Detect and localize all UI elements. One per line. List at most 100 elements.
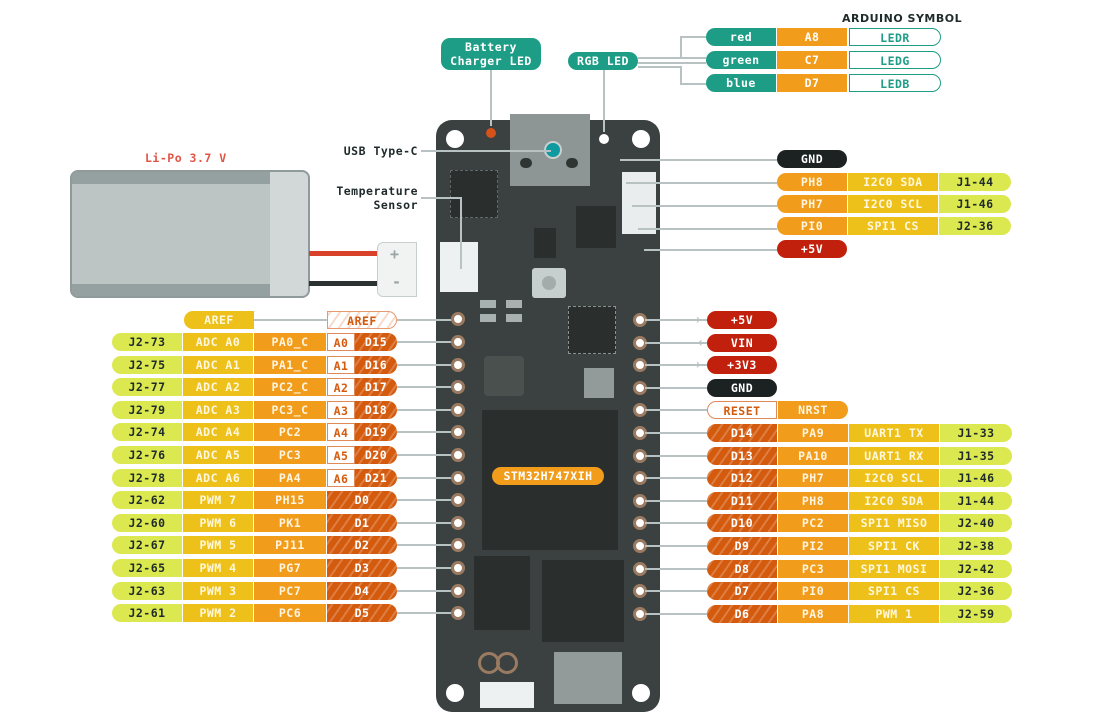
port-label: PA8 xyxy=(778,604,848,623)
port-label: PJ11 xyxy=(254,536,326,555)
pin-pad[interactable] xyxy=(451,561,465,575)
smd-part xyxy=(480,314,496,322)
port-label: PK1 xyxy=(254,513,326,532)
pin-pad[interactable] xyxy=(451,357,465,372)
aref-pin-label: AREF xyxy=(327,311,397,329)
callout-line xyxy=(460,197,462,269)
digital-pin-label: D12 xyxy=(707,469,777,488)
analog-pin-label: A3 xyxy=(327,400,355,419)
header-pin-label: J1-44 xyxy=(940,491,1012,510)
function-label: ADC A1 xyxy=(183,355,253,374)
connector-line xyxy=(397,612,455,615)
digital-pin-label: D3 xyxy=(327,559,397,577)
port-label: PI2 xyxy=(778,537,848,555)
connector-line xyxy=(397,476,455,479)
pin-pad[interactable] xyxy=(451,312,465,326)
pin-pad[interactable] xyxy=(451,448,465,462)
port-label: PC3 xyxy=(254,446,326,464)
function-label: UART1 TX xyxy=(849,424,939,442)
led-symbol-label: LEDG xyxy=(849,51,941,69)
digital-pin-label: D4 xyxy=(327,581,397,600)
port-label: PH7 xyxy=(778,469,848,488)
arduino-symbol-header: ARDUINO SYMBOL xyxy=(842,12,963,25)
port-label: PC3 xyxy=(778,559,848,578)
pin-pad[interactable] xyxy=(451,402,465,417)
function-label: I2C0 SDA xyxy=(849,491,939,510)
arrow-right-icon: › xyxy=(694,357,703,374)
connector-line xyxy=(645,522,707,525)
mount-hole xyxy=(632,130,650,148)
digital-pin-label: D14 xyxy=(707,424,777,442)
analog-pin-label: A4 xyxy=(327,423,355,442)
chip xyxy=(534,228,556,258)
function-label: ADC A5 xyxy=(183,446,253,464)
connector-line xyxy=(397,544,455,547)
digital-pin-label: D6 xyxy=(707,604,777,623)
function-label: PWM 2 xyxy=(183,604,253,623)
digital-pin-label: D19 xyxy=(355,423,397,442)
header-pin-label: J2-75 xyxy=(112,355,182,374)
callout-line xyxy=(638,66,682,68)
chip xyxy=(584,368,614,398)
connector-line xyxy=(645,499,707,502)
digital-pin-label: D17 xyxy=(355,378,397,397)
header-pin-label: J2-74 xyxy=(112,423,182,442)
chip xyxy=(474,556,530,630)
port-label: PG7 xyxy=(254,559,326,577)
digital-pin-label: D18 xyxy=(355,400,397,419)
function-label: ADC A0 xyxy=(183,333,253,351)
function-label: ADC A6 xyxy=(183,468,253,487)
function-label: UART1 RX xyxy=(849,446,939,465)
callout-line xyxy=(603,70,605,132)
black-wire xyxy=(309,281,379,286)
arrow-right-icon: › xyxy=(694,312,703,328)
mcu-label: STM32H747XIH xyxy=(492,467,604,485)
pin-pad[interactable] xyxy=(451,515,465,530)
battery-jst xyxy=(440,242,478,292)
function-label: PWM 1 xyxy=(849,604,939,623)
function-label: I2C0 SCL xyxy=(849,469,939,488)
connector-line xyxy=(620,159,777,161)
analog-pin-label: A2 xyxy=(327,378,355,397)
led-color-label: blue xyxy=(706,74,776,92)
port-label: PH8 xyxy=(777,173,847,191)
connector-line xyxy=(645,545,707,547)
header-pin-label: J2-76 xyxy=(112,446,182,464)
function-label: ADC A4 xyxy=(183,423,253,442)
smd-part xyxy=(480,300,496,308)
power-pin-label: GND xyxy=(707,378,777,397)
reset-button[interactable] xyxy=(532,268,566,298)
connector-line xyxy=(397,567,455,569)
connector-line xyxy=(645,409,707,412)
digital-pin-label: D16 xyxy=(355,355,397,374)
header-pin-label: J2-59 xyxy=(940,604,1012,623)
port-label: PC2 xyxy=(778,514,848,533)
digital-pin-label: D1 xyxy=(327,513,397,532)
header-pin-label: J2-77 xyxy=(112,378,182,397)
callout-line xyxy=(680,36,706,38)
port-label: PC7 xyxy=(254,581,326,600)
led-symbol-label: LEDB xyxy=(849,74,941,92)
digital-pin-label: D15 xyxy=(355,333,397,351)
function-label: PWM 7 xyxy=(183,491,253,510)
header-pin-label: J2-65 xyxy=(112,559,182,577)
mount-hole xyxy=(632,684,650,702)
digital-pin-label: D8 xyxy=(707,559,777,578)
chip xyxy=(484,356,524,396)
pin-pad[interactable] xyxy=(451,470,465,485)
header-pin-label: J2-38 xyxy=(940,537,1012,555)
battery-connector: + - xyxy=(377,242,417,297)
plus-icon: + xyxy=(390,245,400,263)
header-pin-label: J1-44 xyxy=(939,173,1011,191)
header-pin-label: J1-46 xyxy=(939,195,1011,213)
header-pin-label: J1-35 xyxy=(940,446,1012,465)
rgb-led xyxy=(599,134,609,144)
function-label: SPI1 CS xyxy=(849,582,939,601)
pin-pad[interactable] xyxy=(451,583,465,598)
pin-pad[interactable] xyxy=(451,335,465,349)
function-label: PWM 4 xyxy=(183,559,253,577)
function-label: SPI1 MOSI xyxy=(849,559,939,578)
function-label: I2C0 SCL xyxy=(848,195,938,213)
header-pin-label: J2-36 xyxy=(940,582,1012,601)
function-label: ADC A3 xyxy=(183,400,253,419)
